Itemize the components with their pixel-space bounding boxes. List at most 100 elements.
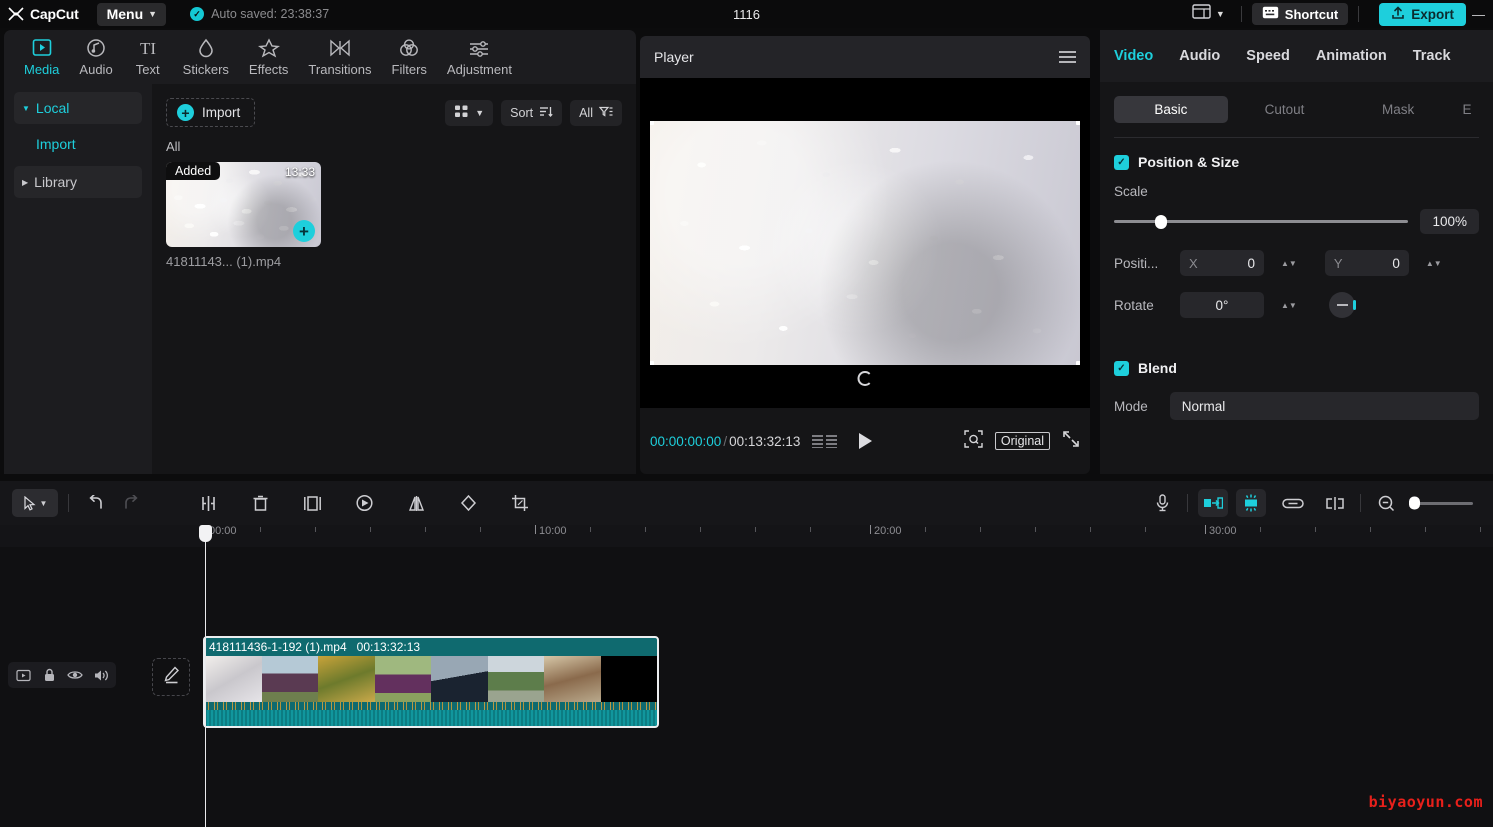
select-tool-button[interactable]: ▼ — [12, 489, 58, 517]
rotate-handle-icon[interactable] — [857, 371, 873, 386]
upload-icon — [1391, 5, 1405, 23]
blend-mode-select[interactable]: Normal — [1169, 392, 1479, 420]
resize-handle-bottom-right[interactable] — [1076, 361, 1080, 365]
y-value: 0 — [1392, 255, 1400, 271]
sidebar-item-label: Local — [35, 100, 70, 116]
zoom-out-button[interactable] — [1371, 489, 1401, 517]
sidebar-item-local[interactable]: ▼ Local — [14, 92, 142, 124]
record-voiceover-button[interactable] — [1147, 489, 1177, 517]
rotate-field[interactable]: 0° — [1180, 292, 1264, 318]
filter-button[interactable]: All — [570, 99, 622, 126]
split-button[interactable] — [191, 489, 225, 517]
blend-title: Blend — [1138, 360, 1177, 376]
auto-cut-button[interactable] — [1236, 489, 1266, 517]
tab-animation[interactable]: Animation — [1316, 48, 1387, 64]
timeline-ruler[interactable]: 00:00 10:00 20:00 30:00 — [0, 525, 1493, 547]
resize-handle-bottom-left[interactable] — [650, 361, 654, 365]
timeline-zoom-knob[interactable] — [1409, 496, 1420, 510]
delete-button[interactable] — [243, 489, 277, 517]
undo-button[interactable] — [79, 489, 113, 517]
ruler-tick — [535, 525, 536, 534]
nav-item-stickers[interactable]: Stickers — [173, 33, 239, 81]
nav-item-text[interactable]: TI Text — [123, 33, 173, 81]
playhead-handle[interactable] — [199, 525, 212, 542]
timeline-clip[interactable]: 418111436-1-192 (1).mp4 00:13:32:13 — [203, 636, 659, 728]
nav-item-adjustment[interactable]: Adjustment — [437, 33, 522, 81]
edit-track-button[interactable] — [152, 658, 190, 696]
fit-zoom-icon[interactable] — [964, 429, 983, 453]
chevron-down-icon: ▼ — [39, 498, 48, 508]
tab-speed[interactable]: Speed — [1246, 48, 1290, 64]
nav-item-audio[interactable]: Audio — [69, 33, 122, 81]
nav-item-filters[interactable]: Filters — [382, 33, 437, 81]
segment-mask[interactable]: Mask — [1341, 96, 1455, 123]
freeze-frame-button[interactable] — [295, 489, 329, 517]
video-track-icon[interactable] — [10, 662, 36, 688]
rotate-button[interactable] — [451, 489, 485, 517]
view-mode-button[interactable]: ▼ — [445, 99, 494, 126]
segment-cutout[interactable]: Cutout — [1228, 96, 1342, 123]
fullscreen-icon[interactable] — [1062, 430, 1080, 453]
nav-item-media[interactable]: Media — [14, 33, 69, 81]
blend-checkbox[interactable]: ✓ — [1114, 360, 1129, 376]
layout-button[interactable]: ▼ — [1186, 2, 1231, 26]
video-preview[interactable] — [650, 121, 1080, 365]
redo-button[interactable] — [113, 489, 147, 517]
add-to-timeline-button[interactable]: + — [293, 220, 315, 242]
title-bar: CapCut Menu ▼ ✓ Auto saved: 23:38:37 111… — [0, 0, 1493, 28]
position-x-stepper[interactable]: ▲▼ — [1281, 259, 1297, 267]
position-size-checkbox[interactable]: ✓ — [1114, 154, 1129, 170]
position-y-field[interactable]: Y 0 — [1324, 250, 1409, 276]
tab-track[interactable]: Track — [1413, 48, 1451, 64]
mirror-button[interactable] — [399, 489, 433, 517]
play-icon[interactable] — [859, 433, 873, 449]
scale-slider[interactable] — [1114, 214, 1409, 229]
resize-handle-top-right[interactable] — [1076, 121, 1080, 125]
tab-video[interactable]: Video — [1114, 48, 1153, 64]
timeline-zoom-slider[interactable] — [1409, 496, 1473, 510]
sort-button[interactable]: Sort — [501, 99, 563, 126]
mixer-button[interactable] — [1320, 489, 1350, 517]
clip-waveform — [205, 702, 657, 710]
auto-fit-button[interactable] — [1198, 489, 1228, 517]
reverse-button[interactable] — [347, 489, 381, 517]
sticker-drop-icon — [195, 37, 217, 59]
rotate-dial[interactable] — [1328, 292, 1356, 318]
hamburger-icon[interactable] — [1059, 51, 1076, 63]
nav-item-transitions[interactable]: Transitions — [298, 33, 381, 81]
tab-audio[interactable]: Audio — [1179, 48, 1220, 64]
capcut-logo-icon — [8, 7, 24, 21]
media-thumbnail[interactable]: Added 13:33 + — [166, 162, 321, 247]
divider — [1358, 6, 1360, 22]
quality-selector[interactable]: Original — [994, 432, 1050, 450]
minimize-button[interactable]: — — [1466, 7, 1491, 22]
playhead[interactable] — [199, 525, 212, 827]
resize-handle-top-left[interactable] — [650, 121, 654, 125]
export-button[interactable]: Export — [1379, 2, 1466, 26]
link-button[interactable] — [1278, 489, 1308, 517]
volume-icon[interactable] — [88, 662, 114, 688]
segment-basic[interactable]: Basic — [1114, 96, 1228, 123]
scale-value[interactable]: 100% — [1420, 209, 1479, 234]
current-time[interactable]: 00:00:00:00 — [650, 434, 721, 449]
shortcut-button[interactable]: Shortcut — [1251, 3, 1349, 25]
position-x-field[interactable]: X 0 — [1180, 250, 1264, 276]
nav-item-effects[interactable]: Effects — [239, 33, 299, 81]
sidebar-item-library[interactable]: ▶ Library — [14, 166, 142, 198]
menu-button[interactable]: Menu ▼ — [96, 2, 167, 26]
y-axis-label: Y — [1333, 255, 1343, 271]
plus-icon: + — [177, 104, 194, 121]
frames-icon[interactable] — [812, 434, 838, 448]
clip-name: 418111436-1-192 (1).mp4 — [209, 640, 347, 654]
ruler-tick — [1480, 527, 1481, 532]
crop-button[interactable] — [503, 489, 537, 517]
sidebar-item-import[interactable]: Import — [14, 130, 142, 158]
scale-slider-knob[interactable] — [1155, 214, 1168, 229]
import-button[interactable]: + Import — [166, 98, 256, 127]
rotate-stepper[interactable]: ▲▼ — [1281, 301, 1297, 309]
eye-icon[interactable] — [62, 662, 88, 688]
lock-icon[interactable] — [36, 662, 62, 688]
autosave-status: ✓ Auto saved: 23:38:37 — [190, 7, 329, 21]
segment-effects[interactable]: E — [1455, 96, 1479, 123]
position-y-stepper[interactable]: ▲▼ — [1426, 259, 1442, 267]
